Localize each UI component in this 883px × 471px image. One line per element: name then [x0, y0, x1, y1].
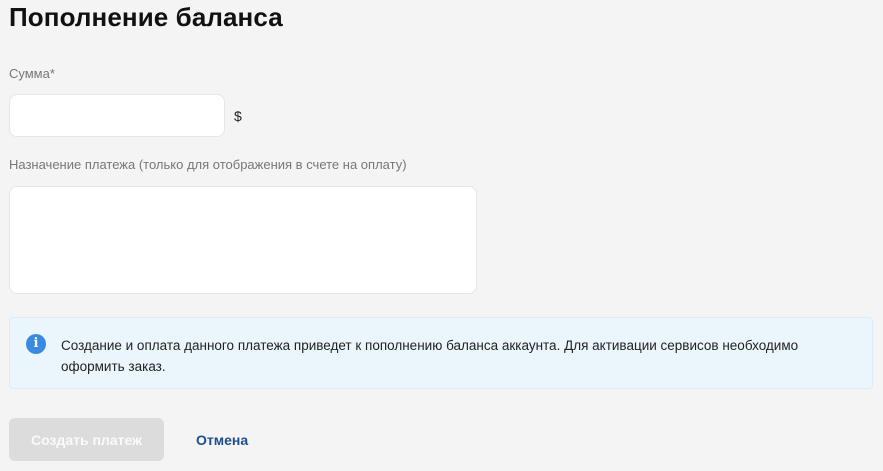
amount-input[interactable]: [9, 94, 225, 137]
amount-label: Сумма*: [9, 66, 55, 81]
info-notice: i Создание и оплата данного платежа прив…: [9, 317, 873, 389]
currency-symbol: $: [234, 108, 242, 124]
create-payment-button[interactable]: Создать платеж: [9, 418, 164, 461]
balance-topup-page: Пополнение баланса Сумма* $ Назначение п…: [0, 0, 883, 471]
payment-purpose-label: Назначение платежа (только для отображен…: [9, 157, 407, 172]
payment-purpose-textarea[interactable]: [9, 186, 477, 294]
info-text: Создание и оплата данного платежа привед…: [61, 338, 799, 374]
page-title: Пополнение баланса: [9, 2, 283, 32]
cancel-link[interactable]: Отмена: [196, 431, 248, 449]
info-icon: i: [26, 334, 46, 354]
